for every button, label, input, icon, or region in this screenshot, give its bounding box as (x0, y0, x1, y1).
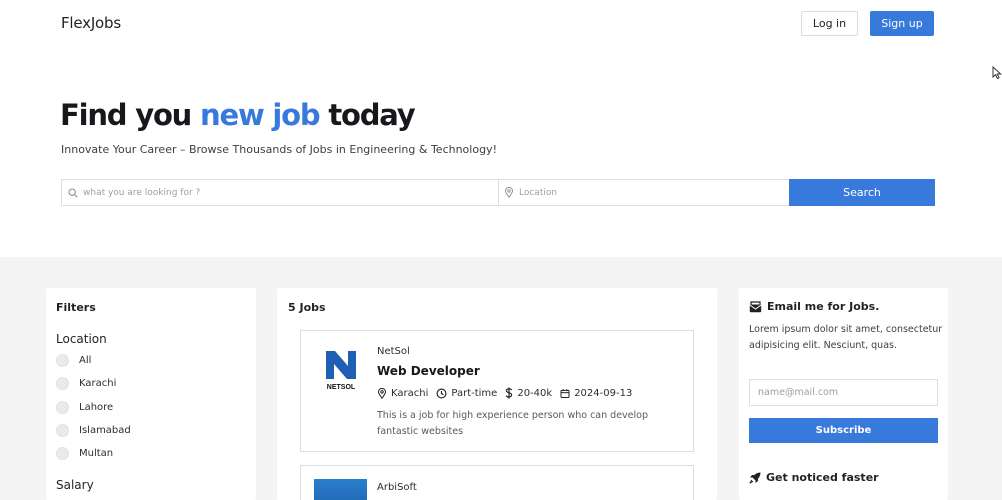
rocket-icon (749, 472, 761, 484)
location-option-label: All (79, 354, 92, 366)
get-noticed-title: Get noticed faster (749, 471, 879, 484)
location-input[interactable] (519, 187, 776, 198)
calendar-icon (560, 388, 570, 398)
location-option-karachi[interactable]: Karachi (56, 375, 116, 391)
job-location: Karachi (377, 387, 429, 399)
search-button[interactable]: Search (789, 179, 935, 206)
signup-button[interactable]: Sign up (870, 11, 934, 36)
search-bar: Search (61, 179, 935, 206)
email-field[interactable] (749, 379, 938, 406)
job-type: Part-time (436, 388, 497, 399)
job-salary-label: 20-40k (517, 387, 553, 399)
job-date-label: 2024-09-13 (574, 387, 633, 399)
filters-panel: Filters Location All Karachi Lahore Isla… (46, 288, 256, 500)
login-button[interactable]: Log in (801, 11, 858, 36)
subscribe-button[interactable]: Subscribe (749, 418, 938, 443)
dollar-icon (505, 387, 513, 399)
location-option-label: Islamabad (79, 424, 131, 436)
job-salary: 20-40k (505, 387, 552, 399)
top-header: FlexJobs Log in Sign up (0, 0, 1002, 48)
site-logo[interactable]: FlexJobs (61, 14, 121, 32)
location-field (499, 180, 789, 205)
hero-title: Find you new job today (60, 98, 416, 132)
job-card[interactable]: ArbiSoft (300, 465, 694, 500)
job-location-label: Karachi (391, 387, 429, 399)
hero-title-part1: Find you (60, 98, 201, 132)
mouse-cursor-icon (992, 66, 1002, 80)
company-name: NetSol (377, 346, 410, 357)
radio-button[interactable] (56, 423, 69, 437)
radio-button[interactable] (56, 353, 69, 367)
job-title[interactable]: Web Developer (377, 364, 480, 378)
job-date: 2024-09-13 (560, 388, 632, 399)
job-description: This is a job for high experience person… (377, 410, 648, 437)
email-jobs-description: Lorem ipsum dolor sit amet, consectetur … (749, 324, 943, 351)
search-field (62, 180, 499, 205)
envelope-icon (749, 300, 762, 312)
hero-title-accent: new job (200, 98, 321, 132)
get-noticed-title-label: Get noticed faster (766, 471, 879, 484)
location-option-islamabad[interactable]: Islamabad (56, 422, 131, 438)
jobs-count: 5 Jobs (288, 301, 326, 314)
search-input[interactable] (83, 187, 470, 198)
search-icon (68, 187, 78, 198)
location-filter-heading: Location (56, 332, 107, 346)
job-meta: Karachi Part-time 20-40k 2024-09-13 (377, 387, 640, 399)
location-option-label: Lahore (79, 401, 114, 413)
hero-title-part2: today (319, 98, 415, 132)
location-option-label: Multan (79, 447, 114, 459)
company-name: ArbiSoft (377, 482, 417, 493)
arbisoft-logo (314, 479, 367, 500)
radio-button[interactable] (56, 446, 69, 460)
email-jobs-title: Email me for Jobs. (749, 300, 879, 313)
location-option-all[interactable]: All (56, 352, 91, 368)
radio-button[interactable] (56, 376, 69, 390)
salary-filter-heading: Salary (56, 478, 94, 492)
hero-subtitle: Innovate Your Career – Browse Thousands … (61, 143, 497, 156)
netsol-logo-text: NETSOL (327, 384, 356, 391)
clock-icon (436, 388, 447, 398)
location-option-lahore[interactable]: Lahore (56, 399, 113, 415)
radio-button[interactable] (56, 400, 69, 414)
filters-title: Filters (56, 301, 96, 314)
jobs-panel: 5 Jobs NETSOL NetSol Web Developer Karac… (277, 288, 717, 500)
job-type-label: Part-time (451, 387, 498, 399)
email-alerts-panel: Email me for Jobs. Lorem ipsum dolor sit… (739, 288, 948, 500)
location-option-multan[interactable]: Multan (56, 445, 113, 461)
location-pin-icon (504, 187, 514, 198)
location-pin-icon (377, 387, 387, 399)
netsol-logo: NETSOL (326, 351, 356, 391)
email-jobs-title-label: Email me for Jobs. (767, 300, 880, 313)
job-card[interactable]: NETSOL NetSol Web Developer Karachi Part… (300, 330, 694, 452)
location-option-label: Karachi (79, 377, 117, 389)
